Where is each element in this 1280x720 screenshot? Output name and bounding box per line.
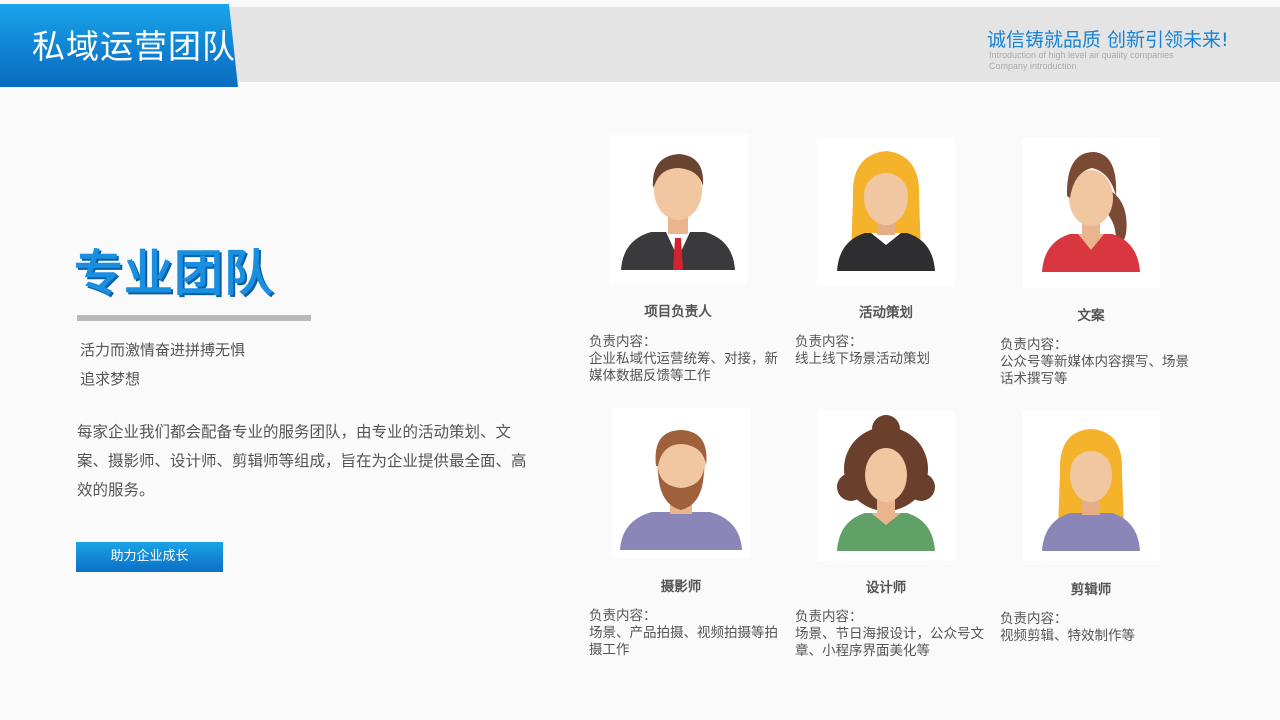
duty-editor: 视频剪辑、特效制作等 bbox=[1000, 628, 1135, 644]
slogan-subtitle-1: Introduction of high level air quality c… bbox=[989, 50, 1174, 60]
duty-event-planner: 线上线下场景活动策划 bbox=[795, 351, 930, 367]
avatar-designer bbox=[817, 411, 955, 561]
avatar-copywriter bbox=[1022, 138, 1160, 288]
woman-blonde-icon bbox=[837, 151, 935, 271]
duty-photographer: 场景、产品拍摄、视频拍摄等拍摄工作 bbox=[589, 625, 778, 658]
role-designer: 设计师 bbox=[865, 580, 907, 596]
avatar-editor bbox=[1022, 411, 1160, 561]
tagline-line-2: 追求梦想 bbox=[80, 370, 141, 388]
duty-copywriter: 公众号等新媒体内容撰写、场景话术撰写等 bbox=[1000, 354, 1189, 387]
duty-label: 负责内容： bbox=[795, 334, 863, 350]
section-heading: 专业团队 bbox=[74, 245, 275, 302]
man-beard-icon bbox=[620, 430, 742, 550]
avatar-event-planner bbox=[817, 137, 955, 287]
heading-divider bbox=[77, 315, 311, 321]
woman-blonde-purple-icon bbox=[1042, 429, 1140, 551]
duty-label: 负责内容： bbox=[589, 608, 657, 624]
role-project-lead: 项目负责人 bbox=[644, 304, 712, 320]
woman-ponytail-icon bbox=[1042, 152, 1140, 272]
page-title: 私域运营团队 bbox=[32, 27, 236, 66]
duty-label: 负责内容： bbox=[1000, 611, 1068, 627]
avatar-project-lead bbox=[609, 134, 747, 284]
slogan: 诚信铸就品质 创新引领未来! bbox=[987, 29, 1229, 51]
duty-label: 负责内容： bbox=[795, 609, 863, 625]
man-suit-icon bbox=[621, 154, 735, 270]
duty-project-lead: 企业私域代运营统筹、对接，新媒体数据反馈等工作 bbox=[589, 351, 778, 384]
team-description: 每家企业我们都会配备专业的服务团队，由专业的活动策划、文案、摄影师、设计师、剪辑… bbox=[77, 423, 527, 499]
grow-business-button[interactable]: 助力企业成长 bbox=[76, 542, 223, 572]
role-photographer: 摄影师 bbox=[660, 579, 702, 595]
woman-curly-icon bbox=[837, 415, 935, 551]
tagline-line-1: 活力而激情奋进拼搏无惧 bbox=[80, 341, 246, 359]
role-editor: 剪辑师 bbox=[1070, 582, 1112, 598]
slogan-subtitle-2: Company introduction bbox=[989, 61, 1077, 71]
duty-designer: 场景、节日海报设计，公众号文章、小程序界面美化等 bbox=[795, 626, 984, 659]
avatar-photographer bbox=[612, 408, 750, 558]
role-copywriter: 文案 bbox=[1077, 308, 1105, 324]
duty-label: 负责内容： bbox=[1000, 337, 1068, 353]
role-event-planner: 活动策划 bbox=[859, 305, 913, 321]
duty-label: 负责内容： bbox=[589, 334, 657, 350]
